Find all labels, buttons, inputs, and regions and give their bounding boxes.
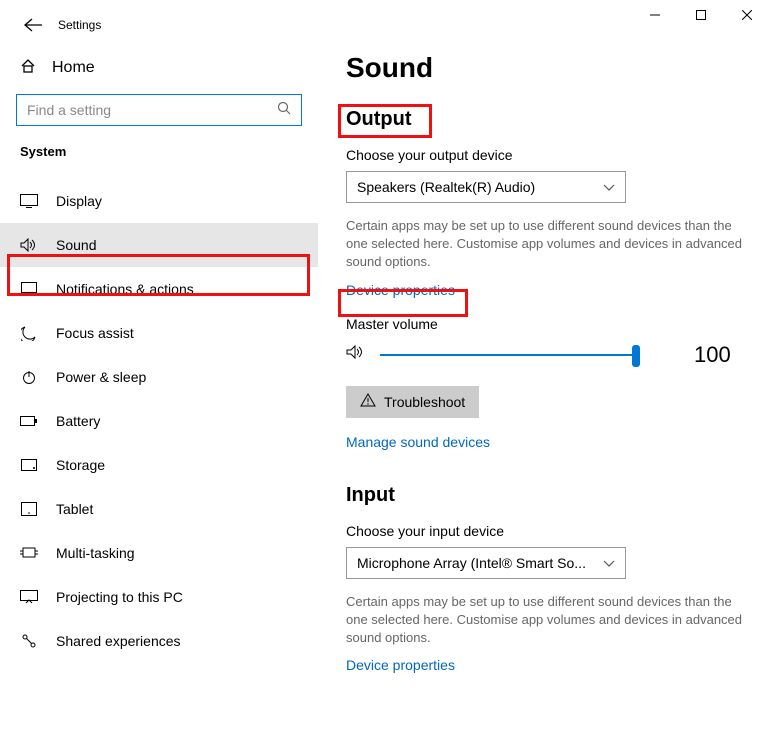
sidebar-item-label: Display — [56, 193, 102, 209]
display-icon — [20, 194, 38, 208]
output-heading: Output — [346, 108, 750, 131]
sidebar-item-label: Focus assist — [56, 325, 134, 341]
volume-slider[interactable] — [380, 354, 640, 356]
output-device-value: Speakers (Realtek(R) Audio) — [357, 179, 535, 195]
power-icon — [20, 369, 38, 385]
window-title: Settings — [58, 18, 101, 32]
sidebar-item-label: Power & sleep — [56, 369, 146, 385]
search-field[interactable] — [17, 102, 301, 118]
multitasking-icon — [20, 546, 38, 560]
battery-icon — [20, 415, 38, 427]
input-device-properties-link[interactable]: Device properties — [346, 657, 750, 673]
volume-icon[interactable] — [346, 344, 366, 365]
home-label: Home — [52, 59, 95, 77]
home-nav[interactable]: Home — [0, 50, 318, 86]
sound-icon — [20, 238, 38, 252]
sidebar-item-display[interactable]: Display — [0, 179, 318, 223]
sidebar-item-storage[interactable]: Storage — [0, 443, 318, 487]
sidebar-item-label: Projecting to this PC — [56, 589, 183, 605]
sidebar-item-label: Shared experiences — [56, 633, 181, 649]
volume-slider-thumb[interactable] — [632, 345, 640, 367]
projecting-icon — [20, 590, 38, 604]
notifications-icon — [20, 282, 38, 296]
chevron-down-icon — [603, 179, 615, 195]
sidebar-item-label: Multi-tasking — [56, 545, 135, 561]
sidebar-item-label: Storage — [56, 457, 105, 473]
sidebar-item-sound[interactable]: Sound — [0, 223, 318, 267]
output-device-select[interactable]: Speakers (Realtek(R) Audio) — [346, 171, 626, 203]
sidebar-item-focus-assist[interactable]: Focus assist — [0, 311, 318, 355]
sidebar-item-shared-experiences[interactable]: Shared experiences — [0, 619, 318, 663]
warning-icon — [360, 393, 376, 410]
sidebar-item-label: Battery — [56, 413, 100, 429]
page-title: Sound — [346, 52, 750, 84]
volume-value: 100 — [694, 342, 731, 368]
shared-icon — [20, 633, 38, 649]
sidebar-item-multitasking[interactable]: Multi-tasking — [0, 531, 318, 575]
storage-icon — [20, 459, 38, 471]
category-label: System — [0, 144, 318, 159]
sidebar-item-projecting[interactable]: Projecting to this PC — [0, 575, 318, 619]
master-volume-label: Master volume — [346, 316, 750, 332]
output-choose-label: Choose your output device — [346, 147, 750, 163]
input-choose-label: Choose your input device — [346, 523, 750, 539]
sidebar-item-notifications[interactable]: Notifications & actions — [0, 267, 318, 311]
output-hint: Certain apps may be set up to use differ… — [346, 217, 746, 272]
sidebar-item-label: Tablet — [56, 501, 93, 517]
sidebar-item-label: Sound — [56, 237, 96, 253]
manage-sound-devices-link[interactable]: Manage sound devices — [346, 434, 750, 450]
troubleshoot-button[interactable]: Troubleshoot — [346, 386, 479, 418]
input-hint: Certain apps may be set up to use differ… — [346, 593, 746, 648]
chevron-down-icon — [603, 555, 615, 571]
sidebar-item-label: Notifications & actions — [56, 281, 194, 297]
search-icon — [277, 101, 291, 120]
focus-assist-icon — [20, 325, 38, 341]
troubleshoot-label: Troubleshoot — [384, 394, 465, 410]
sidebar-item-power-sleep[interactable]: Power & sleep — [0, 355, 318, 399]
sidebar-item-battery[interactable]: Battery — [0, 399, 318, 443]
input-device-value: Microphone Array (Intel® Smart So... — [357, 555, 586, 571]
tablet-icon — [20, 502, 38, 516]
sidebar-item-tablet[interactable]: Tablet — [0, 487, 318, 531]
output-device-properties-link[interactable]: Device properties — [346, 282, 750, 298]
home-icon — [20, 58, 36, 79]
input-heading: Input — [346, 484, 750, 507]
search-input[interactable] — [16, 94, 302, 126]
back-button[interactable] — [24, 18, 42, 37]
input-device-select[interactable]: Microphone Array (Intel® Smart So... — [346, 547, 626, 579]
